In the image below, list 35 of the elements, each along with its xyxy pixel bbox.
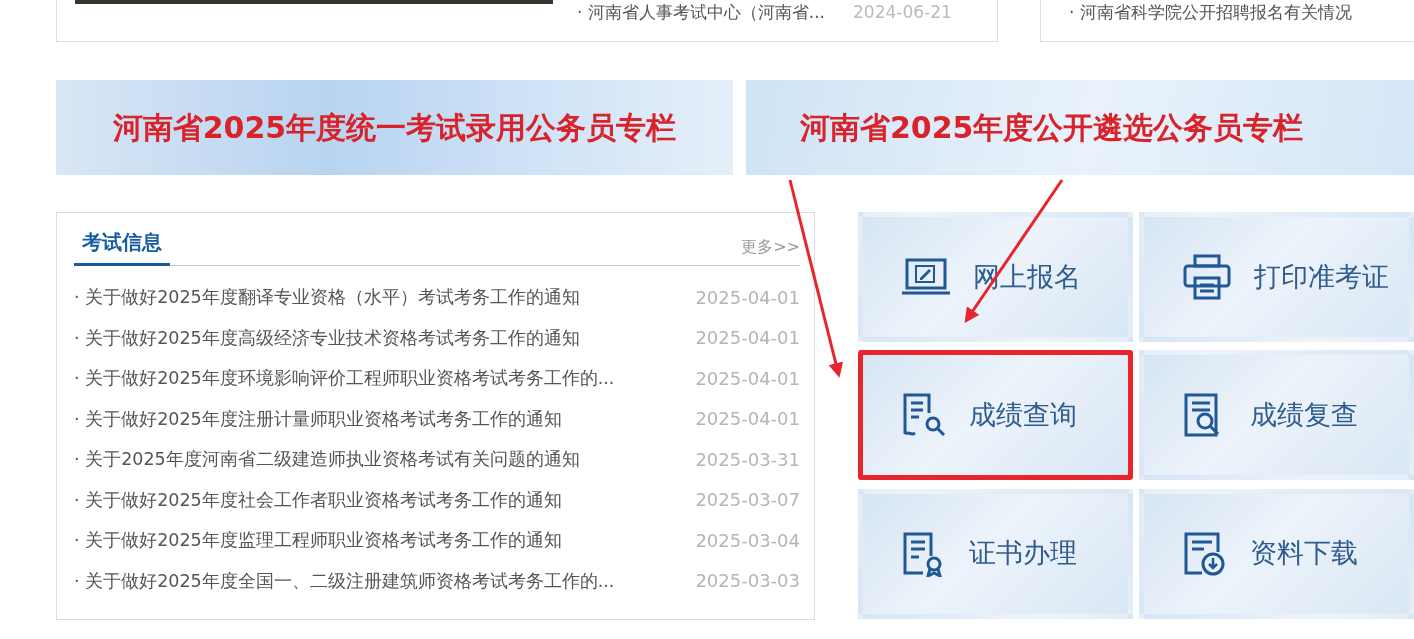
news-link[interactable]: · 关于做好2025年度环境影响评价工程师职业资格考试考务工作的... bbox=[74, 365, 615, 392]
news-date: 2025-03-31 bbox=[695, 447, 800, 472]
document-search-icon bbox=[901, 392, 947, 439]
news-date: 2025-03-03 bbox=[695, 569, 800, 594]
section-title-tab[interactable]: 考试信息 bbox=[74, 227, 170, 266]
news-link[interactable]: · 河南省人事考试中心（河南省... bbox=[577, 0, 826, 41]
tile-label: 资料下载 bbox=[1250, 536, 1358, 571]
news-link[interactable]: · 关于做好2025年度全国一、二级注册建筑师资格考试考务工作的... bbox=[74, 567, 615, 594]
service-tile[interactable]: 成绩查询 bbox=[858, 350, 1133, 481]
service-tile[interactable]: 资料下载 bbox=[1139, 488, 1414, 619]
banner-link[interactable]: 河南省2025年度公开遴选公务员专栏 bbox=[746, 80, 1414, 175]
news-date: 2025-04-01 bbox=[695, 285, 800, 310]
news-link[interactable]: · 关于2025年度河南省二级建造师执业资格考试有关问题的通知 bbox=[74, 446, 580, 473]
service-tile[interactable]: 成绩复查 bbox=[1139, 350, 1414, 481]
service-tile[interactable]: 证书办理 bbox=[858, 488, 1133, 619]
news-link[interactable]: · 关于做好2025年度高级经济专业技术资格考试考务工作的通知 bbox=[74, 324, 580, 351]
news-link[interactable]: · 关于做好2025年度注册计量师职业资格考试考务工作的通知 bbox=[74, 405, 562, 432]
service-tile[interactable]: 打印准考证 bbox=[1139, 212, 1414, 342]
tile-label: 打印准考证 bbox=[1254, 259, 1389, 294]
tile-label: 证书办理 bbox=[969, 536, 1077, 571]
news-date: 2024-06-21 bbox=[853, 1, 952, 24]
news-link[interactable]: · 关于做好2025年度翻译专业资格（水平）考试考务工作的通知 bbox=[74, 284, 580, 311]
news-link[interactable]: · 关于做好2025年度监理工程师职业资格考试考务工作的通知 bbox=[74, 527, 562, 554]
news-link[interactable]: · 河南省科学院公开招聘报名有关情况 bbox=[1069, 0, 1352, 21]
news-date: 2025-03-04 bbox=[695, 528, 800, 553]
printer-icon bbox=[1182, 254, 1232, 300]
laptop-icon bbox=[901, 257, 951, 297]
banner-link[interactable]: 河南省2025年度统一考试录用公务员专栏 bbox=[56, 80, 733, 175]
news-date: 2025-03-07 bbox=[695, 488, 800, 513]
tile-label: 成绩复查 bbox=[1250, 398, 1358, 433]
news-date: 2025-04-01 bbox=[695, 366, 800, 391]
news-date: 2025-04-01 bbox=[695, 407, 800, 432]
news-link[interactable]: · 关于做好2025年度社会工作者职业资格考试考务工作的通知 bbox=[74, 486, 562, 513]
tile-label: 成绩查询 bbox=[969, 398, 1077, 433]
news-date: 2025-04-01 bbox=[695, 326, 800, 351]
